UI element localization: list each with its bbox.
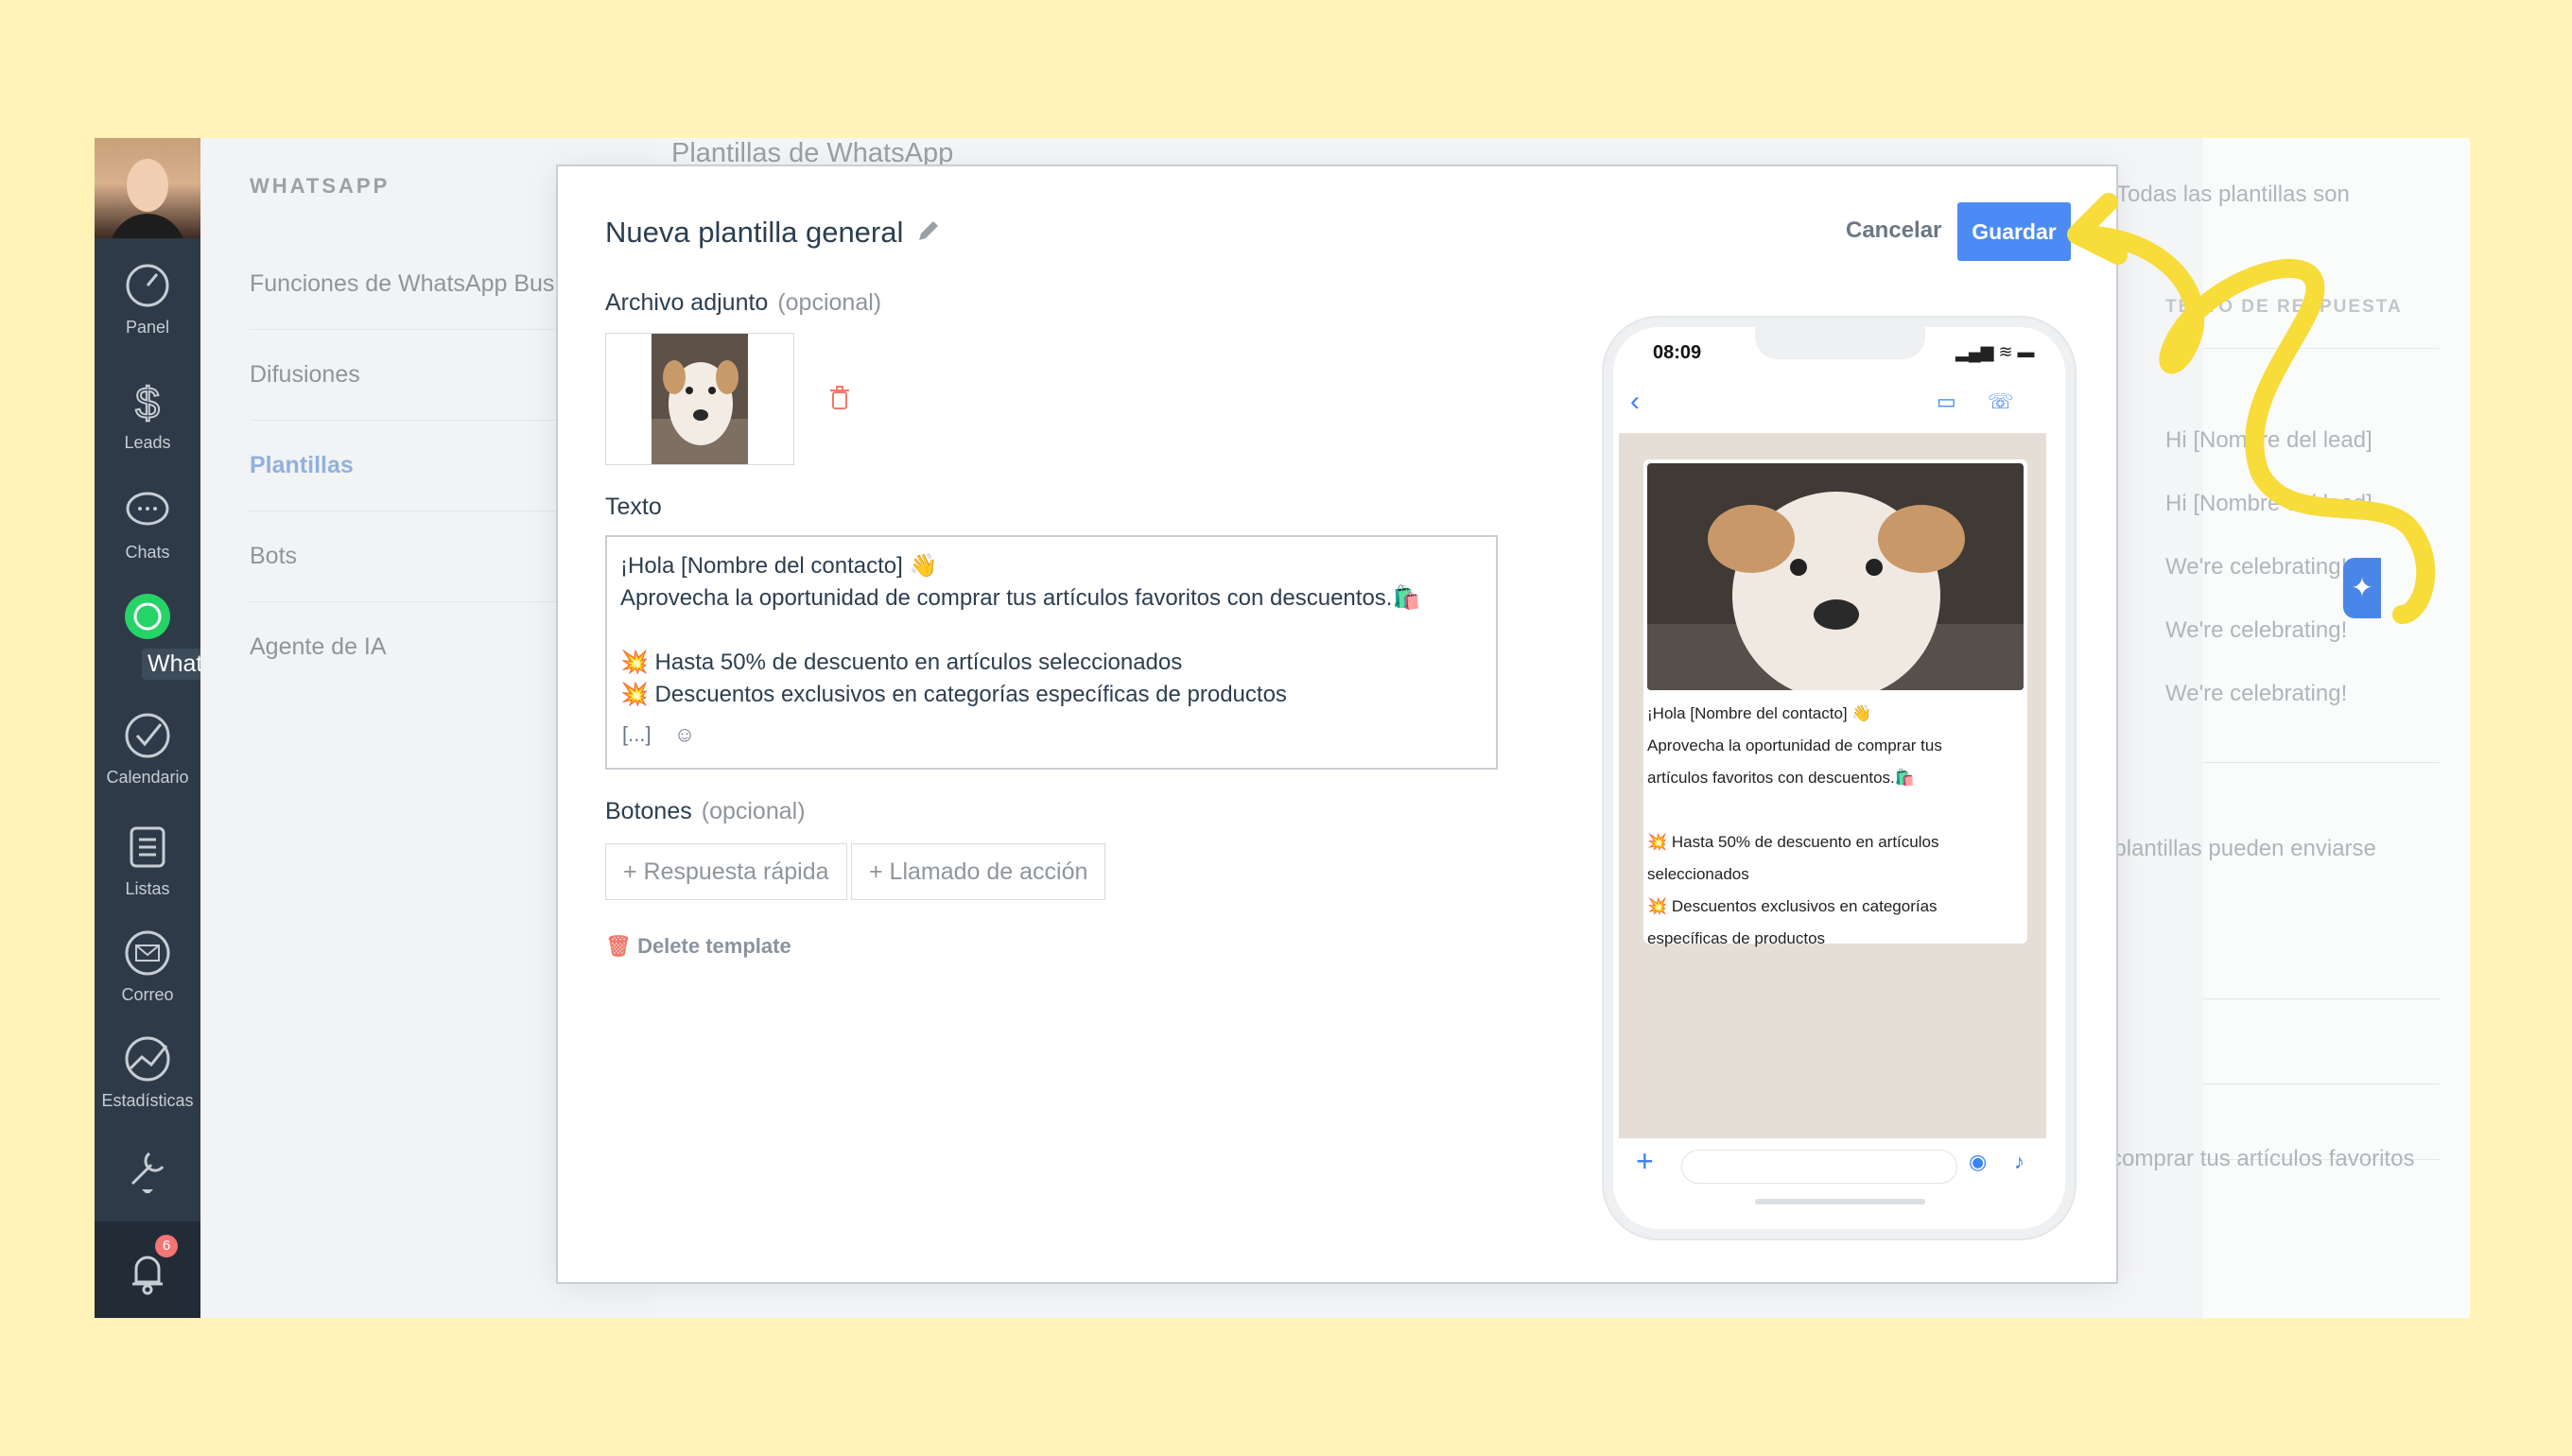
nav-panel[interactable]: Panel [95,261,200,338]
template-row[interactable]: Hi [Nombre del lead] [2165,427,2372,454]
nav-label: Leads [124,433,171,452]
chat-input[interactable] [1681,1150,1957,1184]
mic-icon[interactable]: ♪ [2014,1150,2025,1174]
nav-estadisticas[interactable]: Estadísticas [95,1034,200,1111]
panel-title: WHATSAPP [250,174,391,198]
dog-photo [652,334,748,464]
delete-attachment-icon[interactable] [828,386,851,410]
nav-whatsapp[interactable]: WhatsApp [95,592,263,680]
text-line: 💥 Hasta 50% de descuento en artículos se… [620,650,1183,675]
ai-assistant-button[interactable]: ✦ [2343,558,2381,618]
cancel-button[interactable]: Cancelar [1846,217,1941,244]
message-bubble: ¡Hola [Nombre del contacto] 👋 Aprovecha … [1643,459,2027,947]
placeholder-insert-button[interactable]: [...] [622,722,652,746]
text-label: Texto [605,494,662,520]
nav-listas[interactable]: Listas [95,823,200,899]
whatsapp-icon [125,594,170,639]
nav-calendario[interactable]: Calendario [95,711,200,788]
text-line: Aprovecha la oportunidad de comprar tus … [620,585,1421,611]
nav-label: Chats [125,543,170,562]
template-row[interactable]: Hi [Nombre del lead] [2165,491,2372,517]
camera-icon[interactable]: ◉ [1969,1150,1987,1174]
chat-background: ¡Hola [Nombre del contacto] 👋 Aprovecha … [1619,433,2046,1138]
chat-input-bar: + ◉ ♪ [1619,1138,2046,1199]
buttons-label: Botones (opcional) [605,798,806,824]
nav-label: Listas [125,879,170,898]
modal-title: Nueva plantilla general [605,216,904,249]
notification-badge: 6 [155,1235,178,1257]
stats-icon [125,1036,170,1082]
attachment-label: Archivo adjunto (opcional) [605,289,882,316]
chat-header: ‹ ▭ ☏ [1613,378,2046,433]
check-circle-icon [125,713,170,758]
chat-icon [126,492,169,526]
text-line: ¡Hola [Nombre del contacto] 👋 [620,553,938,579]
phone-time: 08:09 [1653,342,1702,363]
template-row[interactable]: We're celebrating! [2165,554,2347,581]
new-template-modal: Nueva plantilla general Cancelar Guardar… [556,165,2118,1284]
attachment-thumbnail[interactable] [605,333,794,465]
phone-call-icon[interactable]: ☏ [1988,390,2014,414]
sparkle-icon: ✦ [2351,573,2373,602]
template-row[interactable]: We're celebrating! [2165,681,2347,707]
video-call-icon[interactable]: ▭ [1937,390,1956,414]
phone-status-icons: ▂▄▆ ≋ ▬ [1955,342,2035,361]
text-tools: [...] ☺ [622,722,695,747]
message-text-input[interactable]: ¡Hola [Nombre del contacto] 👋 Aprovecha … [605,535,1498,770]
nav-label: Panel [125,318,170,337]
template-row[interactable]: We're celebrating! [2165,617,2347,644]
phone-preview: 08:09 ▂▄▆ ≋ ▬ ‹ ▭ ☏ ¡Hola [Nombre del co… [1604,318,2075,1239]
pencil-icon[interactable] [915,217,942,244]
nav-correo[interactable]: Correo [95,928,200,1005]
nav-chats[interactable]: Chats [95,486,200,563]
save-button[interactable]: Guardar [1957,202,2071,261]
settings-icon [130,1152,165,1193]
nav-settings[interactable] [95,1144,200,1201]
template-row[interactable]: comprar tus artículos favoritos [2111,1146,2414,1172]
plus-icon[interactable]: + [1636,1144,1654,1179]
add-quick-reply-button[interactable]: + Respuesta rápida [605,843,847,900]
nav-label: Estadísticas [101,1091,194,1110]
nav-label: Calendario [106,768,189,787]
trash-icon: 🗑 [605,934,632,958]
message-text: ¡Hola [Nombre del contacto] 👋 Aprovecha … [1647,704,1942,947]
nav-label: Correo [121,985,174,1004]
add-call-to-action-button[interactable]: + Llamado de acción [851,843,1106,900]
home-indicator [1755,1199,1925,1205]
delete-template-button[interactable]: 🗑 Delete template [605,934,791,959]
sticker-icon[interactable]: ☺ [674,722,695,746]
back-icon[interactable]: ‹ [1630,386,1640,418]
svg-text:$: $ [135,378,160,425]
user-avatar[interactable] [95,138,200,238]
left-nav-rail: Panel $ Leads Chats WhatsApp Calendario … [95,138,263,1318]
nav-leads[interactable]: $ Leads [95,376,200,453]
info-text: Todas las plantillas son [2116,182,2350,207]
text-line: 💥 Descuentos exclusivos en categorías es… [620,682,1287,707]
dollar-icon: $ [134,377,161,425]
column-header: TEXTO DE RESPUESTA [2165,297,2403,317]
mail-icon [125,930,170,976]
list-icon [130,826,165,868]
notifications-bell[interactable]: 6 [95,1222,200,1318]
gauge-icon [126,264,169,307]
dog-photo [1647,463,2024,690]
